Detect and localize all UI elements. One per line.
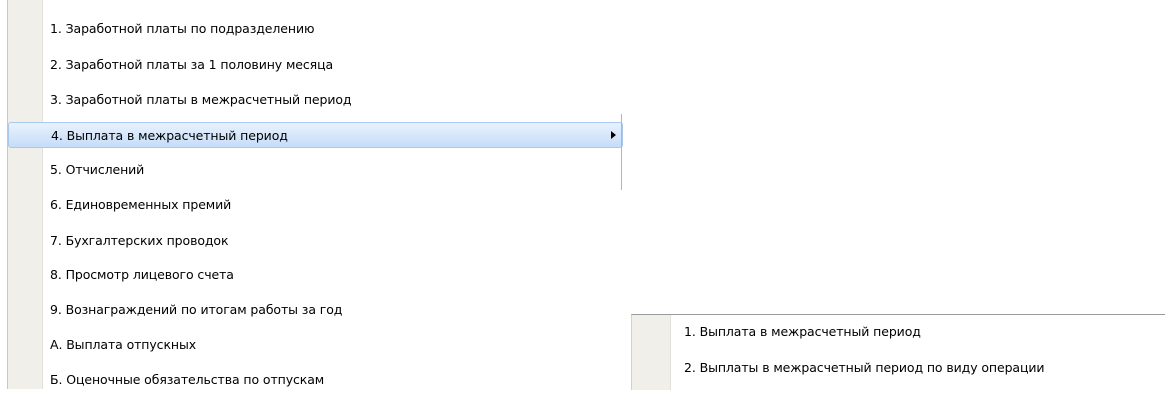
main-menu: 1. Заработной платы по подразделению 2. … bbox=[7, 0, 623, 389]
menu-item-label: 6. Единовременных премий bbox=[50, 197, 232, 212]
menu-item-label: Б. Оценочные обязательства по отпускам bbox=[50, 372, 325, 387]
menu-item-9[interactable]: 9. Вознаграждений по итогам работы за го… bbox=[8, 297, 623, 323]
submenu-arrow-icon bbox=[611, 131, 616, 139]
menu-item-label: 1. Заработной платы по подразделению bbox=[50, 21, 315, 36]
menu-item-label: 5. Отчислений bbox=[50, 162, 145, 177]
menu-item-label: 4. Выплата в межрасчетный период bbox=[51, 128, 288, 143]
menu-item-8[interactable]: 8. Просмотр лицевого счета bbox=[8, 262, 623, 288]
menu-item-4[interactable]: 4. Выплата в межрасчетный период bbox=[8, 122, 623, 148]
menu-item-b[interactable]: Б. Оценочные обязательства по отпускам bbox=[8, 367, 623, 393]
menu-item-a[interactable]: А. Выплата отпускных bbox=[8, 332, 623, 358]
submenu-item-1[interactable]: 1. Выплата в межрасчетный период bbox=[632, 319, 1165, 345]
menu-edge-divider bbox=[621, 114, 622, 190]
menu-item-label: 7. Бухгалтерских проводок bbox=[50, 233, 229, 248]
menu-item-label: А. Выплата отпускных bbox=[50, 337, 197, 352]
menu-item-label: 3. Заработной платы в межрасчетный перио… bbox=[50, 92, 352, 107]
submenu-item-label: 2. Выплаты в межрасчетный период по виду… bbox=[684, 360, 1045, 375]
menu-item-6[interactable]: 6. Единовременных премий bbox=[8, 192, 623, 218]
submenu-item-2[interactable]: 2. Выплаты в межрасчетный период по виду… bbox=[632, 355, 1165, 381]
submenu: 1. Выплата в межрасчетный период 2. Выпл… bbox=[631, 314, 1165, 390]
menu-item-1[interactable]: 1. Заработной платы по подразделению bbox=[8, 16, 623, 42]
submenu-item-label: 1. Выплата в межрасчетный период bbox=[684, 324, 921, 339]
menu-item-5[interactable]: 5. Отчислений bbox=[8, 157, 623, 183]
menu-item-label: 2. Заработной платы за 1 половину месяца bbox=[50, 57, 334, 72]
menu-item-2[interactable]: 2. Заработной платы за 1 половину месяца bbox=[8, 52, 623, 78]
menu-item-3[interactable]: 3. Заработной платы в межрасчетный перио… bbox=[8, 87, 623, 113]
menu-item-label: 8. Просмотр лицевого счета bbox=[50, 267, 234, 282]
menu-item-7[interactable]: 7. Бухгалтерских проводок bbox=[8, 228, 623, 254]
menu-item-label: 9. Вознаграждений по итогам работы за го… bbox=[50, 302, 343, 317]
